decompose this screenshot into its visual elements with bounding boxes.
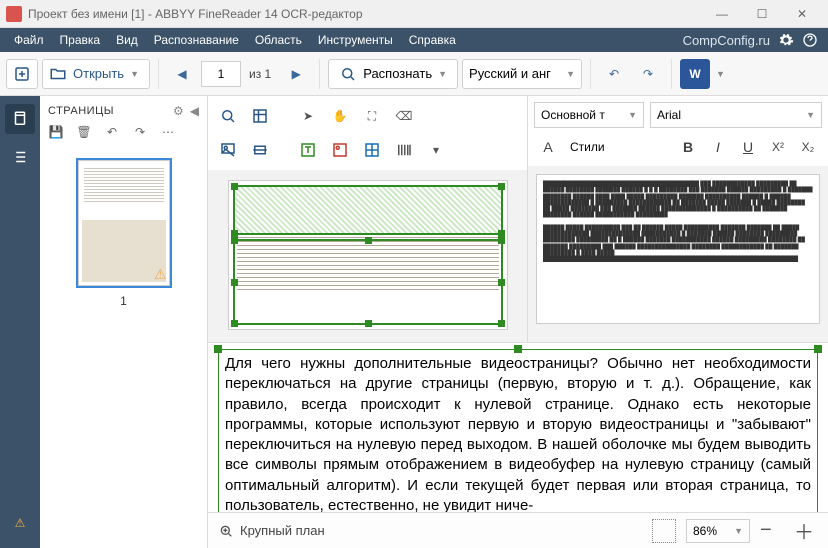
superscript-button[interactable]: X² <box>764 134 792 160</box>
help-icon[interactable] <box>798 28 822 52</box>
recognize-page-icon[interactable] <box>214 102 242 130</box>
rotate-left-icon[interactable]: ↶ <box>102 122 122 142</box>
style-value: Основной т <box>541 108 605 122</box>
language-value: Русский и анг <box>469 66 551 81</box>
styles-label: Стили <box>570 140 605 154</box>
pages-panel: СТРАНИЦЫ ⚙ ◀ 💾 🗑 ↶ ↷ ⋯ ⚠ 1 <box>40 96 208 548</box>
analyze-icon[interactable] <box>246 102 274 130</box>
hand-icon[interactable]: ✋ <box>326 102 354 130</box>
thumbnail-label: 1 <box>120 294 127 308</box>
open-label: Открыть <box>73 66 124 81</box>
page-number-input[interactable] <box>201 61 241 87</box>
barcode-area-icon[interactable] <box>390 136 418 164</box>
zoom-out-button[interactable]: − <box>760 519 784 542</box>
menu-recognize[interactable]: Распознавание <box>146 33 247 47</box>
divider <box>671 59 672 89</box>
toolbar-main: Открыть ▼ ◀ из 1 ▶ Распознать ▼ Русский … <box>0 52 828 96</box>
recognized-region[interactable] <box>233 239 503 325</box>
font-value: Arial <box>657 108 681 122</box>
settings-icon[interactable] <box>774 28 798 52</box>
titlebar: Проект без имени [1] - ABBYY FineReader … <box>0 0 828 28</box>
app-icon <box>6 6 22 22</box>
recognized-text: Для чего нужны дополнительные видеостран… <box>225 355 811 512</box>
image-edit-icon[interactable] <box>214 136 242 164</box>
more-areas-icon[interactable]: ▾ <box>422 136 450 164</box>
minimize-button[interactable]: — <box>702 0 742 28</box>
rotate-right-icon[interactable]: ↷ <box>130 122 150 142</box>
window-title: Проект без имени [1] - ABBYY FineReader … <box>28 7 702 21</box>
menu-edit[interactable]: Правка <box>52 33 109 47</box>
pages-panel-title: СТРАНИЦЫ <box>48 105 167 117</box>
menu-tools[interactable]: Инструменты <box>310 33 401 47</box>
panel-settings-icon[interactable]: ⚙ <box>173 104 184 118</box>
menu-help[interactable]: Справка <box>401 33 464 47</box>
text-area-icon[interactable] <box>294 136 322 164</box>
open-button[interactable]: Открыть ▼ <box>42 59 150 89</box>
text-preview[interactable]: ████████████████████████████████████████… <box>536 174 820 324</box>
style-select[interactable]: Основной т ▼ <box>534 102 644 128</box>
text-style-icon[interactable]: A <box>534 134 562 160</box>
menu-file[interactable]: Файл <box>6 33 52 47</box>
magnify-label: Крупный план <box>240 523 325 538</box>
page-of-label: из 1 <box>249 67 271 81</box>
redo-button[interactable]: ↷ <box>633 59 663 89</box>
eraser-icon[interactable]: ⌫ <box>390 102 418 130</box>
chevron-down-icon[interactable]: ▼ <box>716 69 725 79</box>
delete-icon[interactable]: 🗑 <box>74 122 94 142</box>
divider <box>590 59 591 89</box>
list-tab-icon[interactable] <box>5 142 35 172</box>
page-image[interactable] <box>228 180 508 330</box>
recognized-region[interactable] <box>233 185 503 235</box>
bottom-bar: Крупный план 86% ▼ − ＋ <box>208 512 828 548</box>
close-button[interactable]: ✕ <box>782 0 822 28</box>
warning-icon[interactable]: ⚠ <box>5 508 35 538</box>
underline-button[interactable]: U <box>734 134 762 160</box>
menu-view[interactable]: Вид <box>108 33 146 47</box>
pages-tab-icon[interactable] <box>5 104 35 134</box>
bottom-zoom-value: 86% <box>693 524 717 538</box>
chevron-down-icon: ▼ <box>566 69 575 79</box>
subscript-button[interactable]: X₂ <box>794 134 822 160</box>
zoom-in-button[interactable]: ＋ <box>794 516 818 545</box>
chevron-down-icon: ▼ <box>806 110 815 120</box>
italic-button[interactable]: I <box>704 134 732 160</box>
save-icon[interactable]: 💾 <box>46 122 66 142</box>
divider <box>158 59 159 89</box>
chevron-down-icon: ▼ <box>130 69 139 79</box>
panel-collapse-icon[interactable]: ◀ <box>190 104 199 118</box>
table-area-icon[interactable] <box>358 136 386 164</box>
divider <box>319 59 320 89</box>
export-word-button[interactable]: W <box>680 59 710 89</box>
magnify-button[interactable]: Крупный план <box>218 523 325 539</box>
maximize-button[interactable]: ☐ <box>742 0 782 28</box>
picture-area-icon[interactable] <box>326 136 354 164</box>
grid-icon[interactable] <box>652 519 676 543</box>
recognize-label: Распознать <box>363 66 432 81</box>
chevron-down-icon: ▼ <box>734 526 743 536</box>
branding-site: CompConfig.ru <box>683 33 770 48</box>
recognize-button[interactable]: Распознать ▼ <box>328 59 458 89</box>
bottom-zoom-select[interactable]: 86% ▼ <box>686 519 750 543</box>
pointer-icon[interactable]: ➤ <box>294 102 322 130</box>
warning-icon: ⚠ <box>154 266 167 283</box>
font-select[interactable]: Arial ▼ <box>650 102 822 128</box>
next-page-button[interactable]: ▶ <box>281 59 311 89</box>
language-select[interactable]: Русский и анг ▼ <box>462 59 582 89</box>
undo-button[interactable]: ↶ <box>599 59 629 89</box>
crop-icon[interactable]: ⛶ <box>358 102 386 130</box>
chevron-down-icon: ▼ <box>438 69 447 79</box>
more-icon[interactable]: ⋯ <box>158 122 178 142</box>
menubar: Файл Правка Вид Распознавание Область Ин… <box>0 28 828 52</box>
left-sidebar: ⚠ <box>0 96 40 548</box>
menu-area[interactable]: Область <box>247 33 310 47</box>
page-thumbnail[interactable]: ⚠ <box>76 158 172 288</box>
new-button[interactable] <box>6 59 38 89</box>
chevron-down-icon: ▼ <box>628 110 637 120</box>
scan-icon[interactable] <box>246 136 274 164</box>
prev-page-button[interactable]: ◀ <box>167 59 197 89</box>
text-editor[interactable]: Для чего нужны дополнительные видеостран… <box>208 342 828 512</box>
bold-button[interactable]: B <box>674 134 702 160</box>
